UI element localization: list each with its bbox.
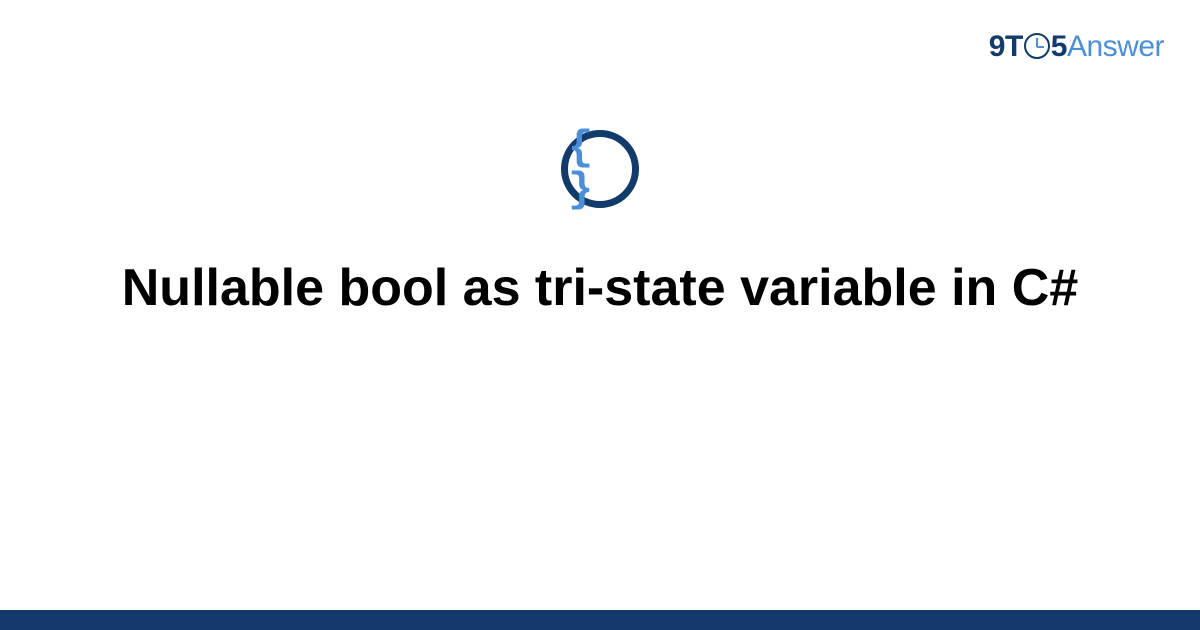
code-braces-icon: { } (568, 127, 632, 211)
clock-icon (1024, 33, 1050, 59)
logo-text-t: T (1005, 30, 1023, 63)
code-icon: { } (561, 130, 639, 208)
brand-logo: 9T5Answer (989, 30, 1164, 64)
footer-bar (0, 610, 1200, 630)
logo-text-answer: Answer (1067, 30, 1164, 63)
logo-text-five: 5 (1051, 30, 1067, 63)
page-title: Nullable bool as tri-state variable in C… (122, 256, 1079, 321)
main-content: { } Nullable bool as tri-state variable … (0, 130, 1200, 321)
logo-text-nine: 9 (989, 30, 1005, 63)
